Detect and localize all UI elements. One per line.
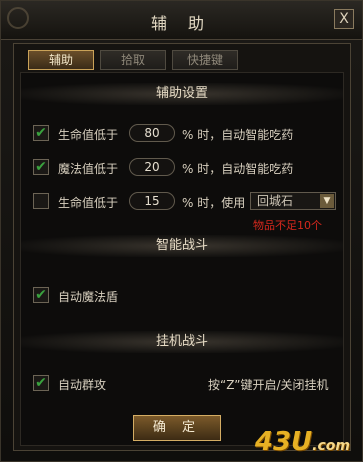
tab-assist[interactable]: 辅助 (28, 50, 94, 70)
auto-magic-shield-checkbox[interactable]: ✔ (33, 287, 49, 303)
auto-aoe-label: 自动群攻 (58, 378, 107, 392)
afk-hotkey-hint: 按“Z”键开启/关闭挂机 (208, 378, 329, 392)
mp-potion-suffix: % 时，自动智能吃药 (182, 162, 294, 176)
section-smart-combat: 智能战斗 (21, 235, 343, 257)
window-title: 辅 助 (150, 14, 213, 33)
return-item-value: 回城石 (257, 194, 294, 208)
auto-magic-shield-label: 自动魔法盾 (58, 290, 119, 304)
auto-aoe-checkbox[interactable]: ✔ (33, 375, 49, 391)
chevron-down-icon[interactable]: ▼ (320, 194, 334, 208)
mp-potion-checkbox[interactable]: ✔ (33, 159, 49, 175)
hp-potion-threshold-input[interactable]: 80 (129, 124, 175, 142)
hp-potion-suffix: % 时，自动智能吃药 (182, 128, 294, 142)
site-logo: 43U.com (255, 427, 350, 457)
title-bar[interactable]: 辅 助 X (1, 1, 362, 40)
tab-hotkeys[interactable]: 快捷键 (172, 50, 238, 70)
assist-content: 辅助设置 ✔ 生命值低于 80 % 时，自动智能吃药 ✔ 魔法值低于 20 % … (20, 72, 344, 446)
section-afk-combat: 挂机战斗 (21, 331, 343, 353)
tab-pickup[interactable]: 拾取 (100, 50, 166, 70)
logo-suffix: .com (312, 438, 350, 454)
return-item-select[interactable]: 回城石 ▼ (250, 192, 336, 210)
mp-potion-threshold-input[interactable]: 20 (129, 158, 175, 176)
hp-return-label: 生命值低于 (58, 196, 119, 210)
hp-return-threshold-input[interactable]: 15 (129, 192, 175, 210)
item-warning: 物品不足10个 (253, 219, 322, 232)
hp-potion-label: 生命值低于 (58, 128, 119, 142)
section-assist-settings: 辅助设置 (21, 83, 343, 105)
hp-potion-checkbox[interactable]: ✔ (33, 125, 49, 141)
assist-window: 辅 助 X 辅助 拾取 快捷键 辅助设置 ✔ 生命值低于 80 % 时，自动智能… (0, 0, 363, 462)
mp-potion-label: 魔法值低于 (58, 162, 119, 176)
main-panel: 辅助 拾取 快捷键 辅助设置 ✔ 生命值低于 80 % 时，自动智能吃药 ✔ 魔… (13, 43, 351, 451)
logo-main: 43U (254, 427, 313, 457)
close-button[interactable]: X (334, 9, 354, 29)
hp-return-suffix: % 时，使用 (182, 196, 246, 210)
confirm-button[interactable]: 确 定 (133, 415, 221, 441)
hp-return-checkbox[interactable]: ✔ (33, 193, 49, 209)
